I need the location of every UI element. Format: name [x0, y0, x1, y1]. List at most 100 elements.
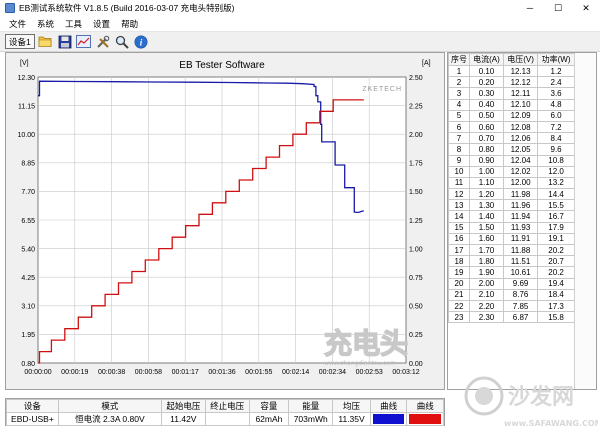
table-row[interactable]: 13 1.30 11.96 15.5 [448, 199, 575, 212]
title-bar: EB测试系统软件 V1.8.5 (Build 2016-03-07 充电头特别版… [0, 0, 600, 16]
cell-power: 2.4 [537, 76, 575, 89]
x-tick-label: 00:02:14 [282, 369, 309, 376]
col-header-voltage[interactable]: 电压(V) [503, 53, 539, 66]
chart-title: EB Tester Software [179, 60, 265, 71]
cell-voltage: 12.04 [503, 154, 539, 167]
status-energy: 703mWh [288, 412, 334, 426]
y-right-tick-label: 2.25 [409, 103, 423, 110]
table-row[interactable]: 22 2.20 7.85 17.3 [448, 299, 575, 313]
table-row[interactable]: 12 1.20 11.98 14.4 [448, 188, 575, 201]
menu-settings[interactable]: 设置 [88, 18, 116, 30]
table-scroll-area[interactable] [574, 53, 596, 389]
window-controls: ─ ☐ ✕ [516, 0, 600, 16]
chart-icon[interactable] [76, 34, 92, 50]
cell-current: 1.10 [468, 176, 505, 190]
cell-voltage: 12.00 [503, 176, 539, 190]
cell-index: 17 [448, 243, 470, 257]
table-row[interactable]: 23 2.30 6.87 15.8 [448, 311, 575, 324]
col-header-index[interactable]: 序号 [448, 53, 470, 66]
y-left-tick-label: 6.55 [21, 218, 35, 225]
info-icon[interactable]: i [133, 34, 149, 50]
col-header-current[interactable]: 电流(A) [468, 53, 505, 66]
menu-file[interactable]: 文件 [4, 18, 32, 30]
cell-current: 0.20 [468, 76, 505, 89]
menu-tools[interactable]: 工具 [60, 18, 88, 30]
status-header-energy: 能量 [288, 399, 334, 413]
cell-index: 4 [448, 98, 470, 111]
table-row[interactable]: 15 1.50 11.93 17.9 [448, 221, 575, 234]
x-tick-label: 00:00:19 [61, 369, 88, 376]
cell-voltage: 12.06 [503, 132, 539, 145]
table-row[interactable]: 11 1.10 12.00 13.2 [448, 176, 575, 190]
table-row[interactable]: 9 0.90 12.04 10.8 [448, 154, 575, 167]
tools-icon[interactable] [95, 34, 111, 50]
table-row[interactable]: 4 0.40 12.10 4.8 [448, 98, 575, 111]
table-row[interactable]: 10 1.00 12.02 12.0 [448, 165, 575, 178]
cell-power: 20.2 [537, 266, 575, 279]
status-end-voltage [204, 412, 250, 426]
maximize-button[interactable]: ☐ [544, 0, 572, 16]
y-left-tick-label: 11.15 [18, 103, 35, 110]
table-row[interactable]: 8 0.80 12.05 9.6 [448, 143, 575, 156]
search-icon[interactable] [114, 34, 130, 50]
cell-power: 6.0 [537, 109, 575, 122]
cell-current: 1.30 [468, 199, 505, 212]
table-row[interactable]: 7 0.70 12.06 8.4 [448, 132, 575, 145]
cell-current: 1.00 [468, 165, 505, 178]
y-right-tick-label: 2.00 [409, 132, 423, 139]
table-row[interactable]: 18 1.80 11.51 20.7 [448, 255, 575, 268]
table-row[interactable]: 17 1.70 11.88 20.2 [448, 243, 575, 257]
folder-icon[interactable] [38, 34, 54, 50]
y-right-tick-label: 0.00 [409, 361, 423, 368]
col-header-power[interactable]: 功率(W) [537, 53, 575, 66]
table-row[interactable]: 20 2.00 9.69 19.4 [448, 277, 575, 290]
curve-red-swatch[interactable] [406, 412, 444, 426]
cell-voltage: 12.13 [503, 64, 539, 78]
voltage-curve-color [372, 414, 405, 424]
cell-index: 5 [448, 109, 470, 122]
cell-index: 19 [448, 266, 470, 279]
table-row[interactable]: 16 1.60 11.91 19.1 [448, 232, 575, 246]
chart-watermark: 充电头www.chongdiantou.com [323, 326, 408, 367]
cell-index: 18 [448, 255, 470, 268]
device-select-button[interactable]: 设备1 [5, 34, 35, 49]
status-header-start-voltage: 起始电压 [160, 399, 206, 413]
menu-help[interactable]: 帮助 [116, 18, 144, 30]
cell-power: 15.8 [537, 311, 575, 324]
right-axis-unit: [A] [422, 60, 431, 67]
table-row[interactable]: 21 2.10 8.76 18.4 [448, 288, 575, 301]
y-left-tick-label: 12.30 [17, 75, 35, 82]
curve-blue-swatch[interactable] [369, 412, 408, 426]
y-left-tick-label: 3.10 [21, 304, 35, 311]
table-row[interactable]: 5 0.50 12.09 6.0 [448, 109, 575, 122]
y-right-tick-label: 1.50 [409, 189, 423, 196]
cell-voltage: 12.11 [503, 87, 539, 100]
status-device: EBD-USB+ [6, 412, 59, 426]
y-right-tick-label: 0.75 [409, 275, 423, 282]
table-row[interactable]: 3 0.30 12.11 3.6 [448, 87, 575, 100]
x-tick-label: 00:03:12 [392, 369, 419, 376]
app-icon [5, 3, 15, 13]
save-icon[interactable] [57, 34, 73, 50]
table-row[interactable]: 19 1.90 10.61 20.2 [448, 266, 575, 279]
cell-index: 7 [448, 132, 470, 145]
cell-index: 9 [448, 154, 470, 167]
cell-voltage: 11.51 [503, 255, 539, 268]
cell-power: 9.6 [537, 143, 575, 156]
close-button[interactable]: ✕ [572, 0, 600, 16]
table-row[interactable]: 14 1.40 11.94 16.7 [448, 210, 575, 223]
menu-system[interactable]: 系统 [32, 18, 60, 30]
table-row[interactable]: 2 0.20 12.12 2.4 [448, 76, 575, 89]
cell-current: 0.80 [468, 143, 505, 156]
table-row[interactable]: 6 0.60 12.08 7.2 [448, 120, 575, 134]
table-row[interactable]: 1 0.10 12.13 1.2 [448, 64, 575, 78]
cell-index: 16 [448, 232, 470, 246]
cell-index: 23 [448, 311, 470, 324]
x-tick-label: 00:02:34 [319, 369, 346, 376]
data-table-panel: 序号 电流(A) 电压(V) 功率(W) 1 0.10 12.13 1.2 2 0.20 1… [447, 52, 597, 390]
y-left-tick-label: 1.95 [21, 332, 35, 339]
y-left-tick-label: 8.85 [21, 161, 35, 168]
minimize-button[interactable]: ─ [516, 0, 544, 16]
cell-voltage: 9.69 [503, 277, 539, 290]
status-table: 设备 模式 起始电压 终止电压 容量 能量 均压 曲线 曲线 EBD-USB+ … [6, 399, 444, 426]
